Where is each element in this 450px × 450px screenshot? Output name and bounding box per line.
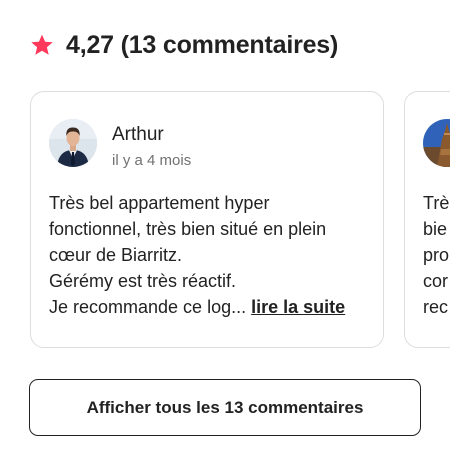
review-text-line: cœur de Biarritz. [49,245,183,265]
review-text: Très bel appartement hyper fonctionnel, … [49,190,375,320]
star-icon [31,34,53,55]
reviewer-photo [49,119,97,167]
rating-header: 4,27 (13 commentaires) [30,28,338,62]
review-text-line: cor [423,271,449,291]
review-text-line: Très bel appartement hyper [49,193,270,213]
review-text-line: rec [423,297,449,317]
avatar[interactable] [423,119,450,167]
review-text-line: pro [423,245,450,265]
review-text-line: fonctionnel, très bien situé en plein [49,219,327,239]
reviewer-photo [423,119,450,167]
review-text-truncated: Je recommande ce log... [49,297,247,317]
read-more-link[interactable]: lire la suite [251,297,345,317]
review-date: il y a 4 mois [112,152,192,169]
reviewer-name: Arthur [112,124,164,145]
reviews-carousel[interactable]: Arthur il y a 4 mois Très bel appartemen… [30,91,450,350]
rating-summary: 4,27 (13 commentaires) [66,30,339,59]
review-text-line: Trè [423,193,450,213]
review-text-line: Gérémy est très réactif. [49,271,237,291]
review-text-last-line: Je recommande ce log... lire la suite [49,294,375,320]
review-text: Trè bie pro cor rec [423,190,450,320]
review-text-line: bie [423,219,448,239]
review-card[interactable]: Arthur il y a 4 mois Très bel appartemen… [30,91,384,348]
show-all-reviews-button[interactable]: Afficher tous les 13 commentaires [29,379,421,436]
reviews-section: 4,27 (13 commentaires) Arthur il y a 4 m… [0,0,450,450]
review-card[interactable]: Trè bie pro cor rec [404,91,450,348]
avatar[interactable] [49,119,97,167]
